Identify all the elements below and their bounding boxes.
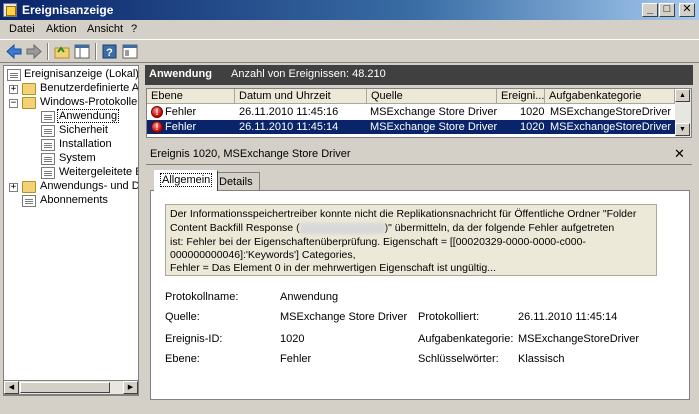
keywords-label: Schlüsselwörter: (418, 353, 499, 365)
column-header-task-category[interactable]: Aufgabenkategorie (545, 89, 675, 104)
toolbar: ? (0, 39, 699, 63)
menu-help[interactable]: ? (131, 23, 137, 35)
collapse-icon[interactable]: − (9, 99, 18, 108)
minimize-button[interactable]: _ (642, 3, 658, 17)
column-header-date[interactable]: Datum und Uhrzeit (235, 89, 367, 104)
scroll-right-icon[interactable]: ▶ (123, 381, 138, 394)
tree-item-installation[interactable]: Installation (4, 138, 138, 152)
toolbar-separator (47, 43, 49, 60)
navigation-tree: Ereignisanzeige (Lokal) + Benutzerdefini… (3, 65, 139, 396)
folder-icon (22, 181, 36, 193)
redacted-text (299, 222, 385, 234)
level-value: Fehler (280, 353, 312, 365)
tree-horizontal-scrollbar[interactable]: ◀ ▶ (3, 380, 139, 395)
tree-item-forwarded-events[interactable]: Weitergeleitete Ere (4, 166, 138, 180)
expand-icon[interactable]: + (9, 183, 18, 192)
folder-icon (22, 83, 36, 95)
log-name-value: Anwendung (280, 291, 339, 303)
tree-item-anwendung[interactable]: Anwendung (4, 109, 138, 124)
menu-bar: Datei Aktion Ansicht ? (0, 20, 699, 39)
task-category-value: MSExchangeStoreDriver (518, 333, 640, 345)
tree-item-system[interactable]: System (4, 152, 138, 166)
tree-item-subscriptions[interactable]: Abonnements (4, 194, 138, 208)
logged-value: 26.11.2010 11:45:14 (518, 311, 618, 323)
log-name-label: Protokollname: (165, 291, 239, 303)
close-button[interactable]: ✕ (679, 3, 695, 17)
log-title: Anwendung (149, 68, 212, 80)
properties-icon[interactable] (121, 43, 139, 60)
show-hide-tree-icon[interactable] (73, 43, 91, 60)
event-viewer-icon (7, 69, 21, 81)
subscription-icon (22, 195, 36, 207)
event-message: Der Informationsspeichertreiber konnte n… (165, 204, 657, 276)
close-detail-icon[interactable]: ✕ (674, 146, 685, 162)
tab-allgemein[interactable]: Allgemein (154, 170, 219, 191)
forward-arrow-icon[interactable] (25, 43, 43, 60)
menu-datei[interactable]: Datei (9, 23, 35, 35)
log-icon (41, 153, 55, 165)
scroll-up-icon[interactable]: ▲ (675, 89, 690, 102)
column-header-source[interactable]: Quelle (367, 89, 497, 104)
event-id-value: 1020 (280, 333, 305, 345)
event-list: Ebene Datum und Uhrzeit Quelle Ereigni..… (146, 88, 692, 138)
column-header-level[interactable]: Ebene (147, 89, 235, 104)
menu-ansicht[interactable]: Ansicht (87, 23, 123, 35)
maximize-button[interactable]: □ (659, 3, 675, 17)
event-viewer-icon (3, 3, 17, 17)
svg-text:?: ? (106, 47, 113, 59)
event-detail-title: Ereignis 1020, MSExchange Store Driver (150, 148, 351, 160)
toolbar-separator (95, 43, 97, 60)
tree-item-sicherheit[interactable]: Sicherheit (4, 124, 138, 138)
log-icon (41, 125, 55, 137)
folder-up-icon[interactable] (53, 43, 71, 60)
event-list-scrollbar[interactable]: ▲ ▼ (675, 89, 691, 137)
tree-item-root[interactable]: Ereignisanzeige (Lokal) (4, 68, 138, 82)
folder-icon (22, 97, 36, 109)
source-value: MSExchange Store Driver (280, 311, 408, 323)
help-icon[interactable]: ? (101, 43, 119, 60)
log-icon (41, 167, 55, 179)
expand-icon[interactable]: + (9, 85, 18, 94)
event-id-label: Ereignis-ID: (165, 333, 223, 345)
tree-item-windows-logs[interactable]: − Windows-Protokolle (4, 96, 138, 110)
scroll-left-icon[interactable]: ◀ (4, 381, 19, 394)
column-header-event-id[interactable]: Ereigni... (497, 89, 545, 104)
scroll-down-icon[interactable]: ▼ (675, 123, 690, 136)
error-icon: ! (151, 106, 163, 118)
event-count: Anzahl von Ereignissen: 48.210 (231, 68, 386, 80)
tree-item-app-service-logs[interactable]: + Anwendungs- und Dien (4, 180, 138, 194)
menu-aktion[interactable]: Aktion (46, 23, 77, 35)
table-row[interactable]: ! Fehler 26.11.2010 11:45:16 MSExchange … (147, 105, 675, 119)
logged-label: Protokolliert: (418, 311, 480, 323)
scroll-thumb[interactable] (20, 382, 110, 393)
tree-item-custom-views[interactable]: + Benutzerdefinierte Ans (4, 82, 138, 96)
tab-details[interactable]: Details (212, 172, 260, 190)
window-title: Ereignisanzeige (22, 3, 114, 17)
source-label: Quelle: (165, 311, 200, 323)
log-header: Anwendung Anzahl von Ereignissen: 48.210 (145, 65, 693, 85)
title-bar: Ereignisanzeige _ □ ✕ (0, 0, 699, 20)
log-icon (41, 139, 55, 151)
level-label: Ebene: (165, 353, 200, 365)
task-category-label: Aufgabenkategorie: (418, 333, 514, 345)
table-row-selected[interactable]: ! Fehler 26.11.2010 11:45:14 MSExchange … (147, 120, 675, 134)
event-detail-header: Ereignis 1020, MSExchange Store Driver ✕ (146, 143, 692, 165)
back-arrow-icon[interactable] (5, 43, 23, 60)
keywords-value: Klassisch (518, 353, 565, 365)
log-icon (41, 111, 55, 123)
error-icon: ! (151, 121, 163, 133)
